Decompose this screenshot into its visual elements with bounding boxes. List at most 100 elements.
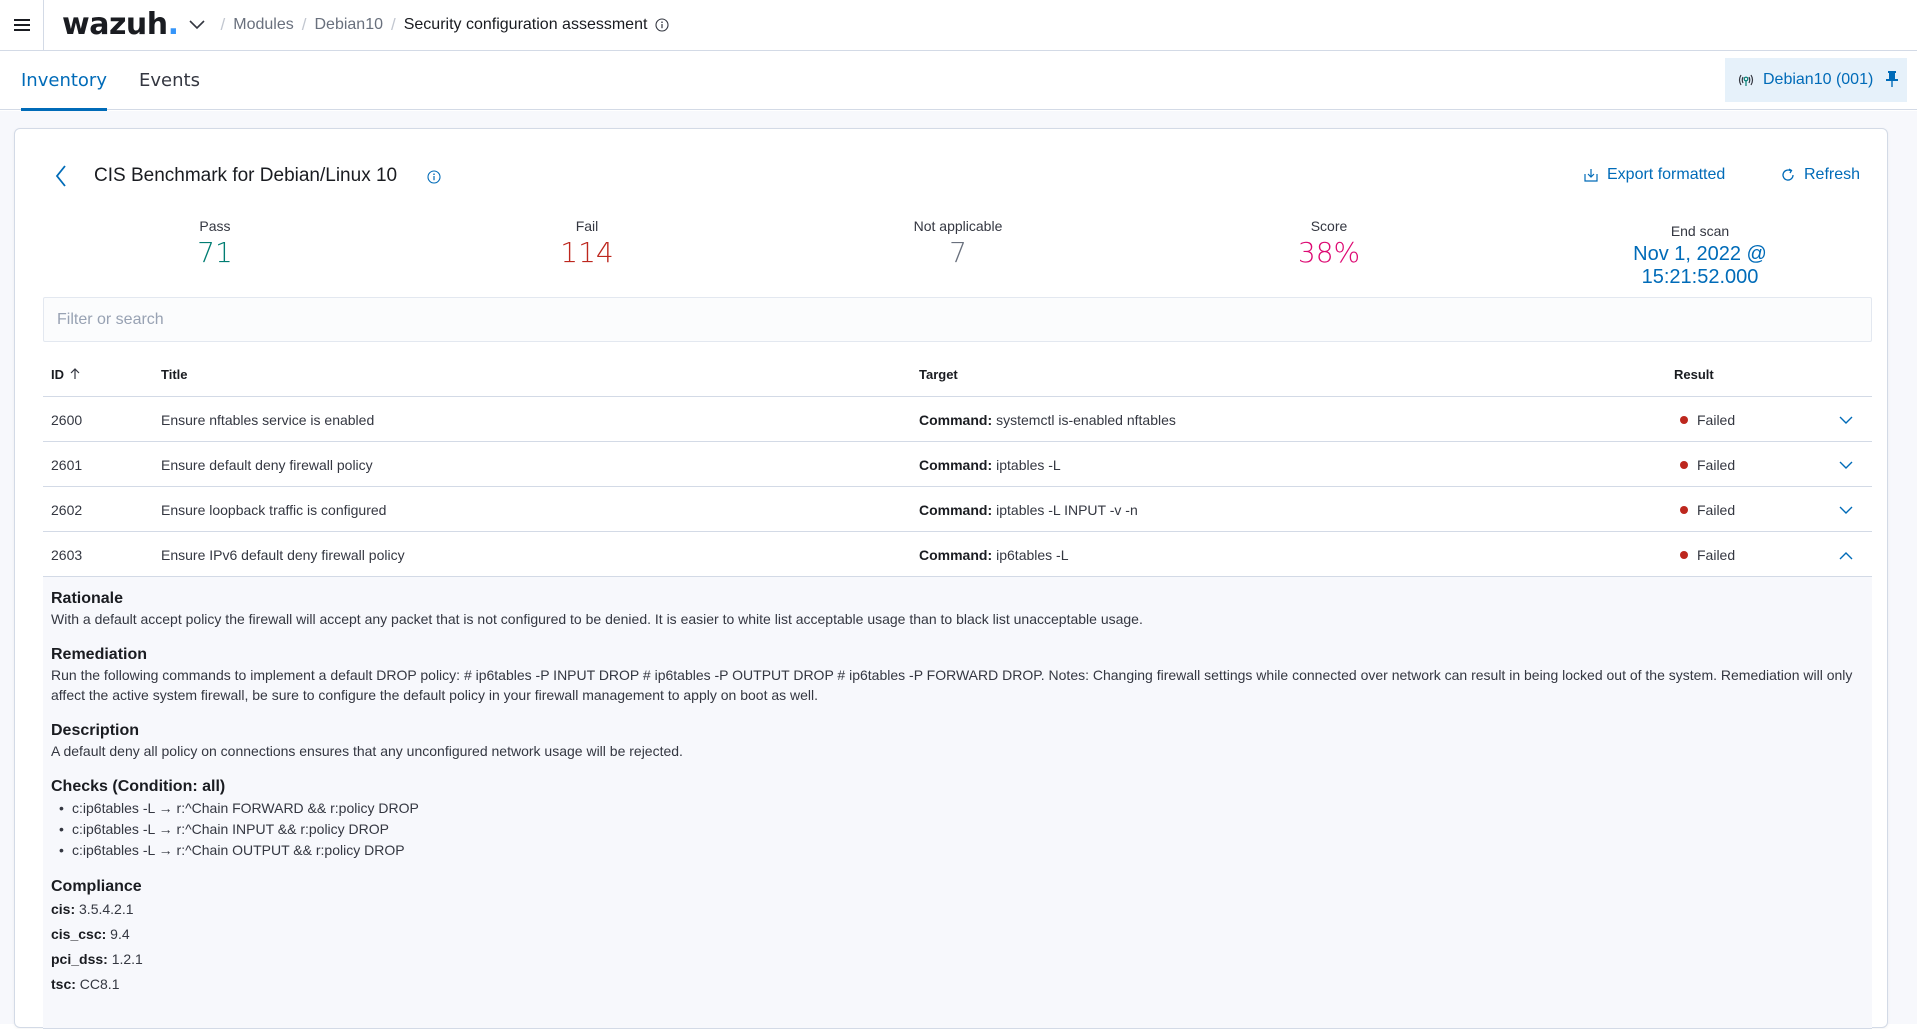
agent-label: Debian10 (001)	[1763, 71, 1874, 88]
logo-text: wazuh	[62, 7, 168, 42]
chevron-down-icon	[1839, 416, 1853, 424]
stat-value: 38%	[1297, 236, 1361, 269]
sort-ascending-icon	[70, 368, 80, 379]
pin-icon[interactable]	[1885, 70, 1899, 93]
checks-heading: Checks (Condition: all)	[51, 778, 226, 795]
failed-status-dot	[1680, 505, 1688, 514]
breadcrumb-agent[interactable]: Debian10	[315, 16, 384, 34]
search-input[interactable]	[43, 297, 1872, 342]
chevron-up-icon	[1839, 551, 1853, 559]
compliance-value: CC8.1	[79, 976, 120, 992]
policy-title: CIS Benchmark for Debian/Linux 10	[94, 165, 398, 186]
info-icon[interactable]	[655, 18, 669, 32]
tab-events[interactable]: Events	[139, 51, 200, 110]
checks-list: c:ip6tables -L → r:^Chain FORWARD && r:p…	[51, 798, 1864, 861]
target-value: systemctl is-enabled nftables	[996, 411, 1176, 428]
wazuh-logo[interactable]: wazuh.	[62, 10, 179, 40]
check-item: c:ip6tables -L → r:^Chain FORWARD && r:p…	[51, 798, 1864, 819]
table-row[interactable]: 2602 Ensure loopback traffic is configur…	[43, 487, 1872, 532]
export-formatted-button[interactable]: Export formatted	[1583, 166, 1725, 184]
cell-id: 2603	[51, 546, 83, 563]
cell-target: Command: iptables -L	[919, 442, 1061, 487]
target-label: Command:	[919, 456, 993, 473]
export-label: Export formatted	[1607, 166, 1726, 183]
stat-label: Not applicable	[913, 218, 1003, 234]
cell-target: Command: ip6tables -L	[919, 532, 1069, 577]
compliance-key: tsc:	[51, 976, 76, 992]
result-label: Failed	[1697, 411, 1736, 428]
table-row[interactable]: 2600 Ensure nftables service is enabled …	[43, 397, 1872, 442]
checks-section: Checks (Condition: all) c:ip6tables -L →…	[51, 777, 1864, 861]
antenna-icon	[1737, 72, 1755, 88]
expand-row-button[interactable]	[1836, 410, 1856, 430]
description-heading: Description	[51, 722, 140, 739]
check-item: c:ip6tables -L → r:^Chain OUTPUT && r:po…	[51, 840, 1864, 861]
sca-policy-panel: CIS Benchmark for Debian/Linux 10 Export…	[14, 128, 1888, 1029]
check-item: c:ip6tables -L → r:^Chain INPUT && r:pol…	[51, 819, 1864, 840]
expand-row-button[interactable]	[1836, 500, 1856, 520]
compliance-item: cis_csc: 9.4	[51, 922, 1864, 947]
rationale-section: Rationale With a default accept policy t…	[51, 589, 1864, 629]
result-label: Failed	[1697, 546, 1736, 563]
agent-selector-button[interactable]: Debian10 (001)	[1725, 58, 1907, 102]
target-label: Command:	[919, 546, 993, 563]
compliance-heading: Compliance	[51, 878, 142, 895]
cell-title: Ensure IPv6 default deny firewall policy	[161, 546, 405, 563]
info-icon[interactable]	[427, 170, 441, 187]
cell-id: 2602	[51, 501, 83, 518]
stat-fail: Fail 114	[560, 218, 613, 269]
stat-label: End scan	[1670, 223, 1730, 239]
compliance-key: pci_dss:	[51, 951, 108, 967]
stat-label: Score	[1310, 218, 1348, 234]
column-target[interactable]: Target	[919, 351, 958, 397]
table-row[interactable]: 2601 Ensure default deny firewall policy…	[43, 442, 1872, 487]
compliance-value: 9.4	[110, 926, 130, 942]
tabs-bar: Inventory Events Debian10 (001)	[0, 51, 1917, 111]
expand-row-button[interactable]	[1836, 455, 1856, 475]
column-title[interactable]: Title	[161, 351, 188, 397]
top-header: wazuh. / Modules / Debian10 / Security c…	[0, 0, 1917, 51]
hamburger-icon	[13, 24, 30, 26]
checks-table: ID Title Target Result 2600 Ensure nftab…	[43, 351, 1872, 1029]
collapse-row-button[interactable]	[1836, 545, 1856, 565]
target-value: ip6tables -L	[996, 546, 1069, 563]
refresh-button[interactable]: Refresh	[1780, 166, 1860, 184]
export-icon	[1584, 169, 1598, 182]
stat-value: 7	[949, 236, 967, 269]
breadcrumb: / Modules / Debian10 / Security configur…	[213, 15, 670, 35]
stat-value: Nov 1, 2022 @ 15:21:52.000	[1633, 243, 1767, 288]
stat-not-applicable: Not applicable 7	[914, 218, 1003, 269]
chevron-down-icon[interactable]	[187, 15, 207, 35]
cell-title: Ensure default deny firewall policy	[161, 456, 373, 473]
chevron-left-icon	[55, 165, 66, 187]
stat-end-scan: End scan Nov 1, 2022 @ 15:21:52.000	[1607, 223, 1794, 289]
cell-result: Failed	[1680, 442, 1735, 487]
cell-result: Failed	[1680, 487, 1735, 532]
compliance-value: 1.2.1	[111, 951, 143, 967]
target-label: Command:	[919, 411, 993, 428]
cell-title: Ensure loopback traffic is configured	[161, 501, 387, 518]
compliance-value: 3.5.4.2.1	[79, 901, 134, 917]
stat-score: Score 38%	[1298, 218, 1360, 269]
stat-pass: Pass 71	[197, 218, 233, 269]
failed-status-dot	[1680, 460, 1688, 469]
column-id[interactable]: ID	[51, 351, 81, 397]
table-row-expanded[interactable]: 2603 Ensure IPv6 default deny firewall p…	[43, 532, 1872, 577]
tab-inventory[interactable]: Inventory	[21, 51, 107, 111]
back-button[interactable]	[49, 163, 73, 189]
menu-button[interactable]	[0, 0, 44, 51]
breadcrumb-separator: /	[301, 15, 307, 34]
cell-target: Command: systemctl is-enabled nftables	[919, 397, 1176, 442]
compliance-key: cis:	[51, 901, 76, 917]
breadcrumb-current: Security configuration assessment	[403, 16, 648, 33]
column-result[interactable]: Result	[1674, 351, 1714, 397]
breadcrumb-modules[interactable]: Modules	[233, 16, 293, 34]
chevron-down-icon	[1839, 461, 1853, 469]
cell-target: Command: iptables -L INPUT -v -n	[919, 487, 1138, 532]
cell-title: Ensure nftables service is enabled	[161, 411, 375, 428]
target-value: iptables -L	[996, 456, 1061, 473]
compliance-item: tsc: CC8.1	[51, 972, 1864, 997]
failed-status-dot	[1680, 415, 1688, 424]
remediation-heading: Remediation	[51, 646, 148, 663]
compliance-key: cis_csc:	[51, 926, 107, 942]
